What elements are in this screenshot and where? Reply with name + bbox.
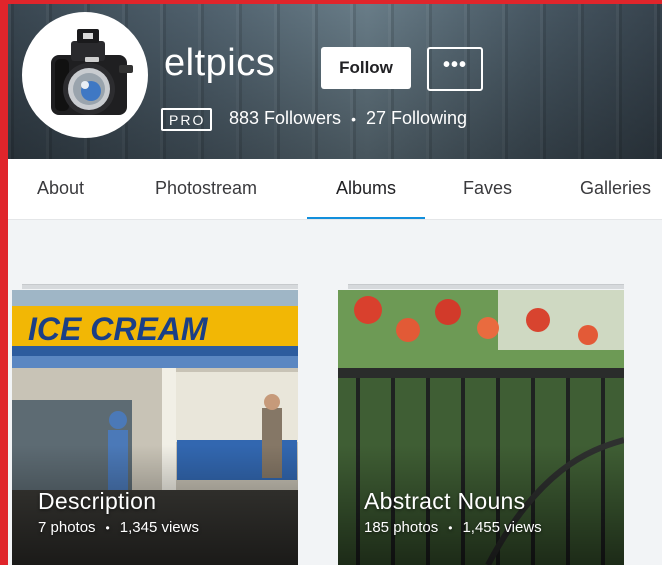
album-stack-edge [22, 284, 298, 289]
profile-header: eltpics Follow ••• PRO 883 Followers • 2… [8, 4, 662, 159]
album-title: Description [38, 488, 157, 514]
album-stack-edge [348, 284, 624, 289]
tab-about[interactable]: About [37, 159, 84, 219]
album-card-description[interactable]: ICE CREAM Description 7 photos • 1,345 v… [12, 290, 298, 565]
album-card-abstract-nouns[interactable]: Abstract Nouns 185 photos • 1,455 views [338, 290, 624, 565]
album-view-count: 1,345 views [119, 519, 199, 536]
tab-photostream[interactable]: Photostream [155, 159, 257, 219]
album-photo-count: 7 photos [38, 519, 96, 536]
more-options-button[interactable]: ••• [427, 47, 483, 91]
tab-albums[interactable]: Albums [307, 159, 425, 219]
album-meta-separator: • [448, 521, 453, 535]
left-red-border [0, 0, 8, 565]
avatar[interactable] [22, 12, 148, 138]
profile-username: eltpics [164, 42, 276, 84]
album-meta-separator: • [105, 521, 110, 535]
more-dots-icon: ••• [442, 54, 467, 76]
album-meta: 7 photos • 1,345 views [38, 519, 199, 537]
ice-cream-sign-text: ICE CREAM [28, 311, 209, 347]
album-photo-count: 185 photos [364, 519, 439, 536]
stats-separator: • [351, 110, 356, 127]
followers-count[interactable]: 883 Followers [229, 108, 341, 129]
albums-grid: ICE CREAM Description 7 photos • 1,345 v… [8, 220, 662, 565]
following-count[interactable]: 27 Following [366, 108, 467, 129]
camera-icon [25, 15, 145, 135]
profile-stats: 883 Followers • 27 Following [229, 108, 467, 129]
album-title: Abstract Nouns [364, 488, 526, 514]
tab-galleries[interactable]: Galleries [580, 159, 651, 219]
pro-badge: PRO [161, 108, 213, 131]
album-meta: 185 photos • 1,455 views [364, 519, 542, 537]
album-view-count: 1,455 views [462, 519, 542, 536]
profile-tabs: About Photostream Albums Faves Galleries [8, 159, 662, 220]
follow-button[interactable]: Follow [321, 47, 411, 89]
tab-faves[interactable]: Faves [463, 159, 512, 219]
